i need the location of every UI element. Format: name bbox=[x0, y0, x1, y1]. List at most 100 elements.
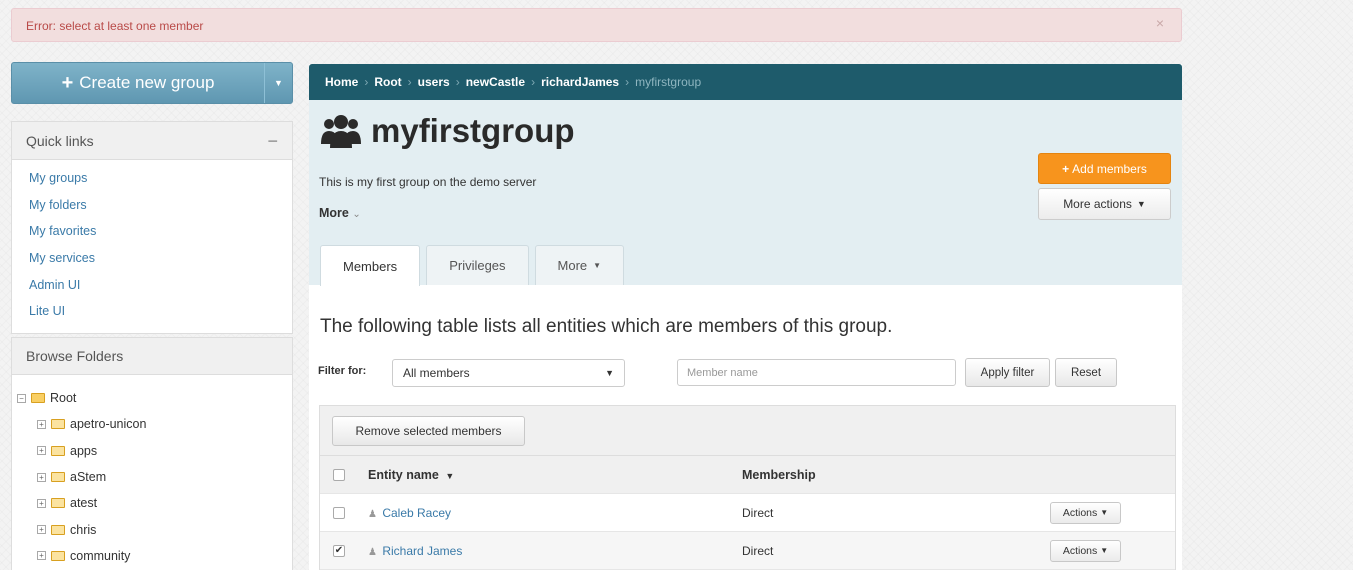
row-actions-label: Actions bbox=[1062, 506, 1098, 519]
quick-links-title: Quick links bbox=[26, 132, 94, 149]
table-header-row: Entity name ▼ Membership bbox=[320, 456, 1175, 494]
tree-node[interactable]: + chris bbox=[17, 516, 292, 542]
tree-node-label[interactable]: Root bbox=[50, 391, 76, 405]
breadcrumb: Home › Root › users › newCastle › richar… bbox=[309, 64, 1182, 100]
browse-folders-header: Browse Folders bbox=[12, 337, 292, 375]
create-group-main[interactable]: + Create new group bbox=[12, 63, 264, 103]
expand-node-icon[interactable]: + bbox=[37, 472, 46, 482]
quick-link-my-services[interactable]: My services bbox=[29, 251, 95, 265]
quick-link-admin-ui[interactable]: Admin UI bbox=[29, 278, 80, 292]
tree-node-label[interactable]: chris bbox=[70, 523, 96, 537]
members-table: Remove selected members Entity name ▼ Me… bbox=[319, 405, 1176, 570]
collapse-icon[interactable]: − bbox=[267, 132, 278, 150]
table-row: ♟ Caleb Racey Direct Actions ▼ bbox=[320, 494, 1175, 532]
create-group-label: Create new group bbox=[79, 73, 215, 92]
tab-more[interactable]: More ▼ bbox=[534, 245, 625, 285]
close-icon[interactable]: × bbox=[1156, 15, 1164, 31]
breadcrumb-users[interactable]: users bbox=[418, 75, 450, 89]
row-checkbox-checked[interactable]: ✔ bbox=[333, 544, 345, 557]
more-details-label: More bbox=[319, 206, 349, 220]
member-name-input[interactable]: Member name bbox=[677, 359, 956, 386]
breadcrumb-separator-icon: › bbox=[625, 75, 630, 89]
breadcrumb-richardjames[interactable]: richardJames bbox=[541, 75, 619, 89]
tree-node-root[interactable]: − Root bbox=[17, 385, 292, 411]
add-members-button[interactable]: + Add members bbox=[1038, 153, 1171, 184]
entity-name-cell[interactable]: ♟ Richard James bbox=[368, 544, 462, 558]
more-details-toggle[interactable]: More ⌄ bbox=[319, 206, 361, 220]
folder-icon bbox=[51, 419, 65, 430]
remove-selected-members-button[interactable]: Remove selected members bbox=[332, 416, 525, 446]
entity-link[interactable]: Richard James bbox=[382, 544, 462, 558]
quick-links-header[interactable]: Quick links − bbox=[12, 122, 292, 160]
person-icon: ♟ bbox=[368, 508, 377, 520]
sort-caret-icon: ▼ bbox=[445, 470, 455, 481]
row-actions-button[interactable]: Actions ▼ bbox=[1050, 501, 1121, 524]
column-entity-name[interactable]: Entity name ▼ bbox=[368, 468, 454, 482]
tree-node-label[interactable]: apps bbox=[70, 444, 97, 458]
expand-node-icon[interactable]: + bbox=[37, 525, 46, 535]
group-tabs: Members Privileges More ▼ bbox=[320, 245, 625, 286]
more-actions-button[interactable]: More actions ▼ bbox=[1038, 188, 1171, 220]
select-all-checkbox[interactable] bbox=[333, 468, 345, 481]
create-group-dropdown-toggle[interactable]: ▼ bbox=[264, 63, 292, 103]
expand-node-icon[interactable]: + bbox=[37, 498, 46, 508]
plus-icon: + bbox=[61, 71, 74, 94]
tree-node-label[interactable]: aStem bbox=[70, 470, 106, 484]
folder-icon bbox=[51, 498, 65, 509]
caret-down-icon: ▼ bbox=[1100, 508, 1109, 517]
row-actions-label: Actions bbox=[1062, 544, 1098, 557]
table-toolbar: Remove selected members bbox=[320, 406, 1175, 456]
tab-more-label: More bbox=[557, 258, 588, 273]
expand-node-icon[interactable]: + bbox=[37, 419, 46, 429]
tree-node[interactable]: + apps bbox=[17, 438, 292, 464]
tree-node-label[interactable]: apetro-unicon bbox=[70, 417, 146, 431]
breadcrumb-separator-icon: › bbox=[531, 75, 536, 89]
tree-node[interactable]: + community bbox=[17, 543, 292, 569]
tree-node-label[interactable]: atest bbox=[70, 496, 97, 510]
error-message: Error: select at least one member bbox=[26, 19, 204, 33]
member-name-placeholder: Member name bbox=[687, 366, 758, 379]
row-actions-button[interactable]: Actions ▼ bbox=[1050, 539, 1121, 562]
caret-down-icon: ▼ bbox=[605, 368, 614, 378]
expand-node-icon[interactable]: + bbox=[37, 446, 46, 456]
tab-privileges[interactable]: Privileges bbox=[426, 245, 529, 285]
breadcrumb-current: myfirstgroup bbox=[635, 75, 702, 89]
chevron-down-icon: ⌄ bbox=[352, 209, 361, 220]
tree-node[interactable]: + aStem bbox=[17, 464, 292, 490]
member-filter-value: All members bbox=[403, 366, 470, 380]
folder-icon bbox=[51, 445, 65, 456]
create-group-button[interactable]: + Create new group ▼ bbox=[11, 62, 293, 104]
quick-link-lite-ui[interactable]: Lite UI bbox=[29, 304, 65, 318]
main-panel: Home › Root › users › newCastle › richar… bbox=[309, 64, 1182, 570]
add-members-label: Add members bbox=[1072, 161, 1147, 176]
column-membership: Membership bbox=[742, 467, 816, 482]
more-actions-label: More actions bbox=[1063, 197, 1132, 211]
reset-button[interactable]: Reset bbox=[1055, 358, 1117, 387]
entity-name-cell[interactable]: ♟ Caleb Racey bbox=[368, 506, 451, 520]
breadcrumb-newcastle[interactable]: newCastle bbox=[466, 75, 525, 89]
apply-filter-button[interactable]: Apply filter bbox=[965, 358, 1050, 387]
quick-links-panel: Quick links − My groups My folders My fa… bbox=[11, 121, 293, 334]
breadcrumb-separator-icon: › bbox=[407, 75, 412, 89]
column-entity-name-label: Entity name bbox=[368, 467, 439, 482]
tree-node-label[interactable]: community bbox=[70, 549, 130, 563]
breadcrumb-root[interactable]: Root bbox=[374, 75, 401, 89]
tree-node[interactable]: + apetro-unicon bbox=[17, 411, 292, 437]
quick-link-my-groups[interactable]: My groups bbox=[29, 171, 87, 185]
browse-folders-title: Browse Folders bbox=[26, 348, 124, 364]
membership-cell: Direct bbox=[742, 543, 774, 558]
caret-down-icon: ▼ bbox=[593, 261, 602, 270]
tree-node[interactable]: + atest bbox=[17, 490, 292, 516]
group-header: myfirstgroup This is my first group on t… bbox=[309, 100, 1182, 286]
tab-members[interactable]: Members bbox=[320, 245, 421, 286]
breadcrumb-home[interactable]: Home bbox=[325, 75, 358, 89]
entity-link[interactable]: Caleb Racey bbox=[382, 506, 451, 520]
quick-link-my-favorites[interactable]: My favorites bbox=[29, 224, 96, 238]
filter-label: Filter for: bbox=[318, 365, 367, 377]
row-checkbox[interactable] bbox=[333, 506, 345, 519]
quick-link-my-folders[interactable]: My folders bbox=[29, 198, 87, 212]
member-filter-select[interactable]: All members ▼ bbox=[392, 359, 625, 387]
expand-node-icon[interactable]: + bbox=[37, 551, 46, 561]
collapse-node-icon[interactable]: − bbox=[17, 393, 26, 403]
plus-icon: + bbox=[1062, 161, 1070, 176]
